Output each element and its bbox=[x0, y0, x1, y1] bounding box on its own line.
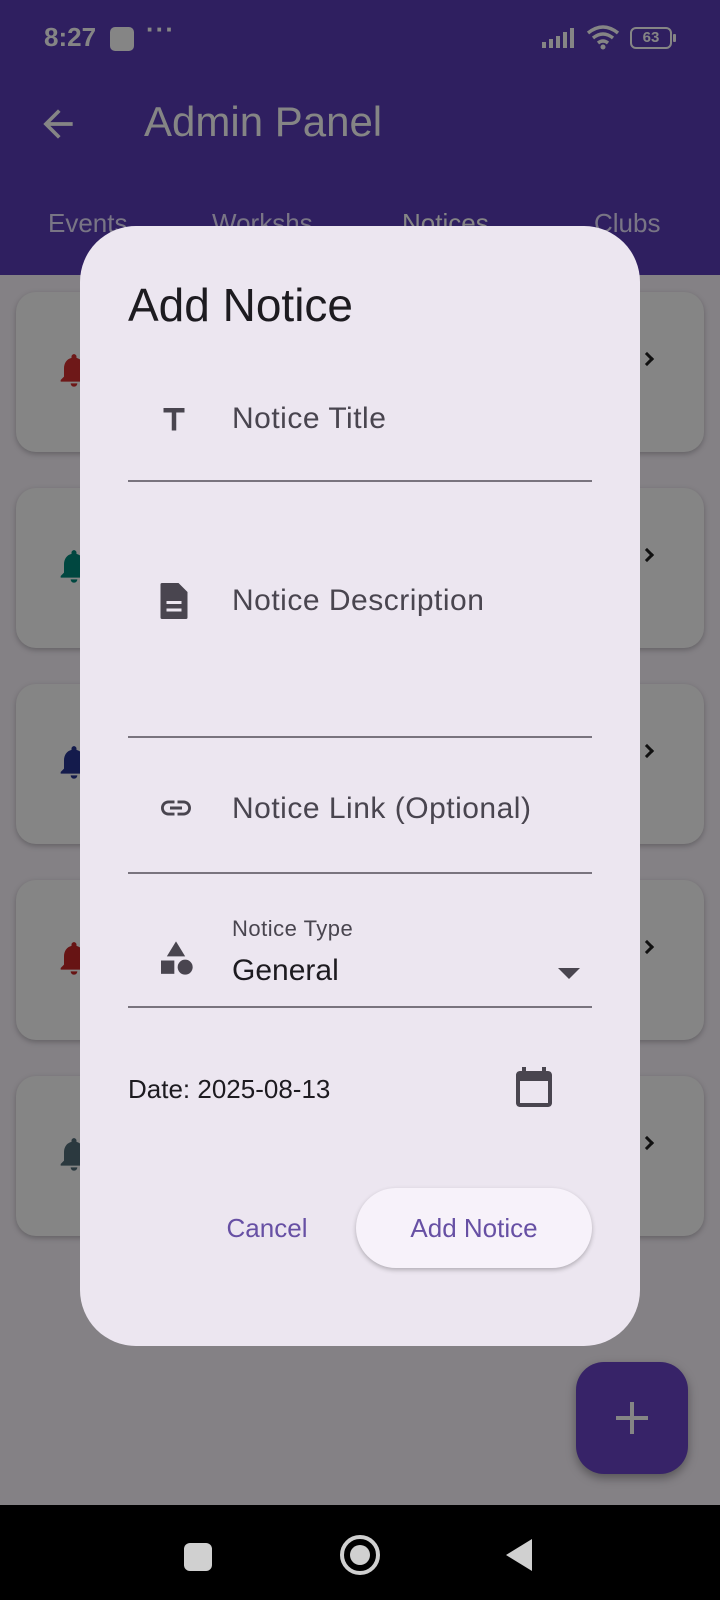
add-notice-dialog: Add Notice Notice Title Notice Descripti… bbox=[80, 226, 640, 1346]
notice-description-field[interactable]: Notice Description bbox=[128, 482, 592, 738]
notice-link-field[interactable]: Notice Link (Optional) bbox=[128, 738, 592, 874]
system-back-icon[interactable] bbox=[506, 1539, 532, 1571]
dialog-title: Add Notice bbox=[128, 279, 354, 331]
cancel-button[interactable]: Cancel bbox=[202, 1188, 332, 1268]
notice-title-field[interactable]: Notice Title bbox=[128, 366, 592, 482]
title-icon bbox=[163, 408, 185, 431]
home-icon[interactable] bbox=[340, 1535, 380, 1575]
link-icon bbox=[161, 800, 191, 816]
notice-type-value: General bbox=[232, 954, 339, 987]
notice-title-placeholder: Notice Title bbox=[232, 402, 387, 435]
add-notice-button[interactable]: Add Notice bbox=[356, 1188, 592, 1268]
category-icon bbox=[161, 941, 193, 975]
notice-link-placeholder: Notice Link (Optional) bbox=[232, 792, 532, 825]
dropdown-arrow-icon bbox=[558, 968, 580, 979]
notice-description-placeholder: Notice Description bbox=[232, 584, 485, 617]
recent-apps-icon[interactable] bbox=[184, 1543, 212, 1571]
notice-type-label: Notice Type bbox=[232, 916, 354, 941]
calendar-icon[interactable] bbox=[510, 1062, 558, 1112]
description-icon bbox=[160, 583, 188, 619]
notice-type-dropdown[interactable]: Notice Type General bbox=[128, 874, 592, 1008]
notice-date: Date: 2025-08-13 bbox=[128, 1074, 331, 1104]
system-nav-bar bbox=[0, 1505, 720, 1600]
